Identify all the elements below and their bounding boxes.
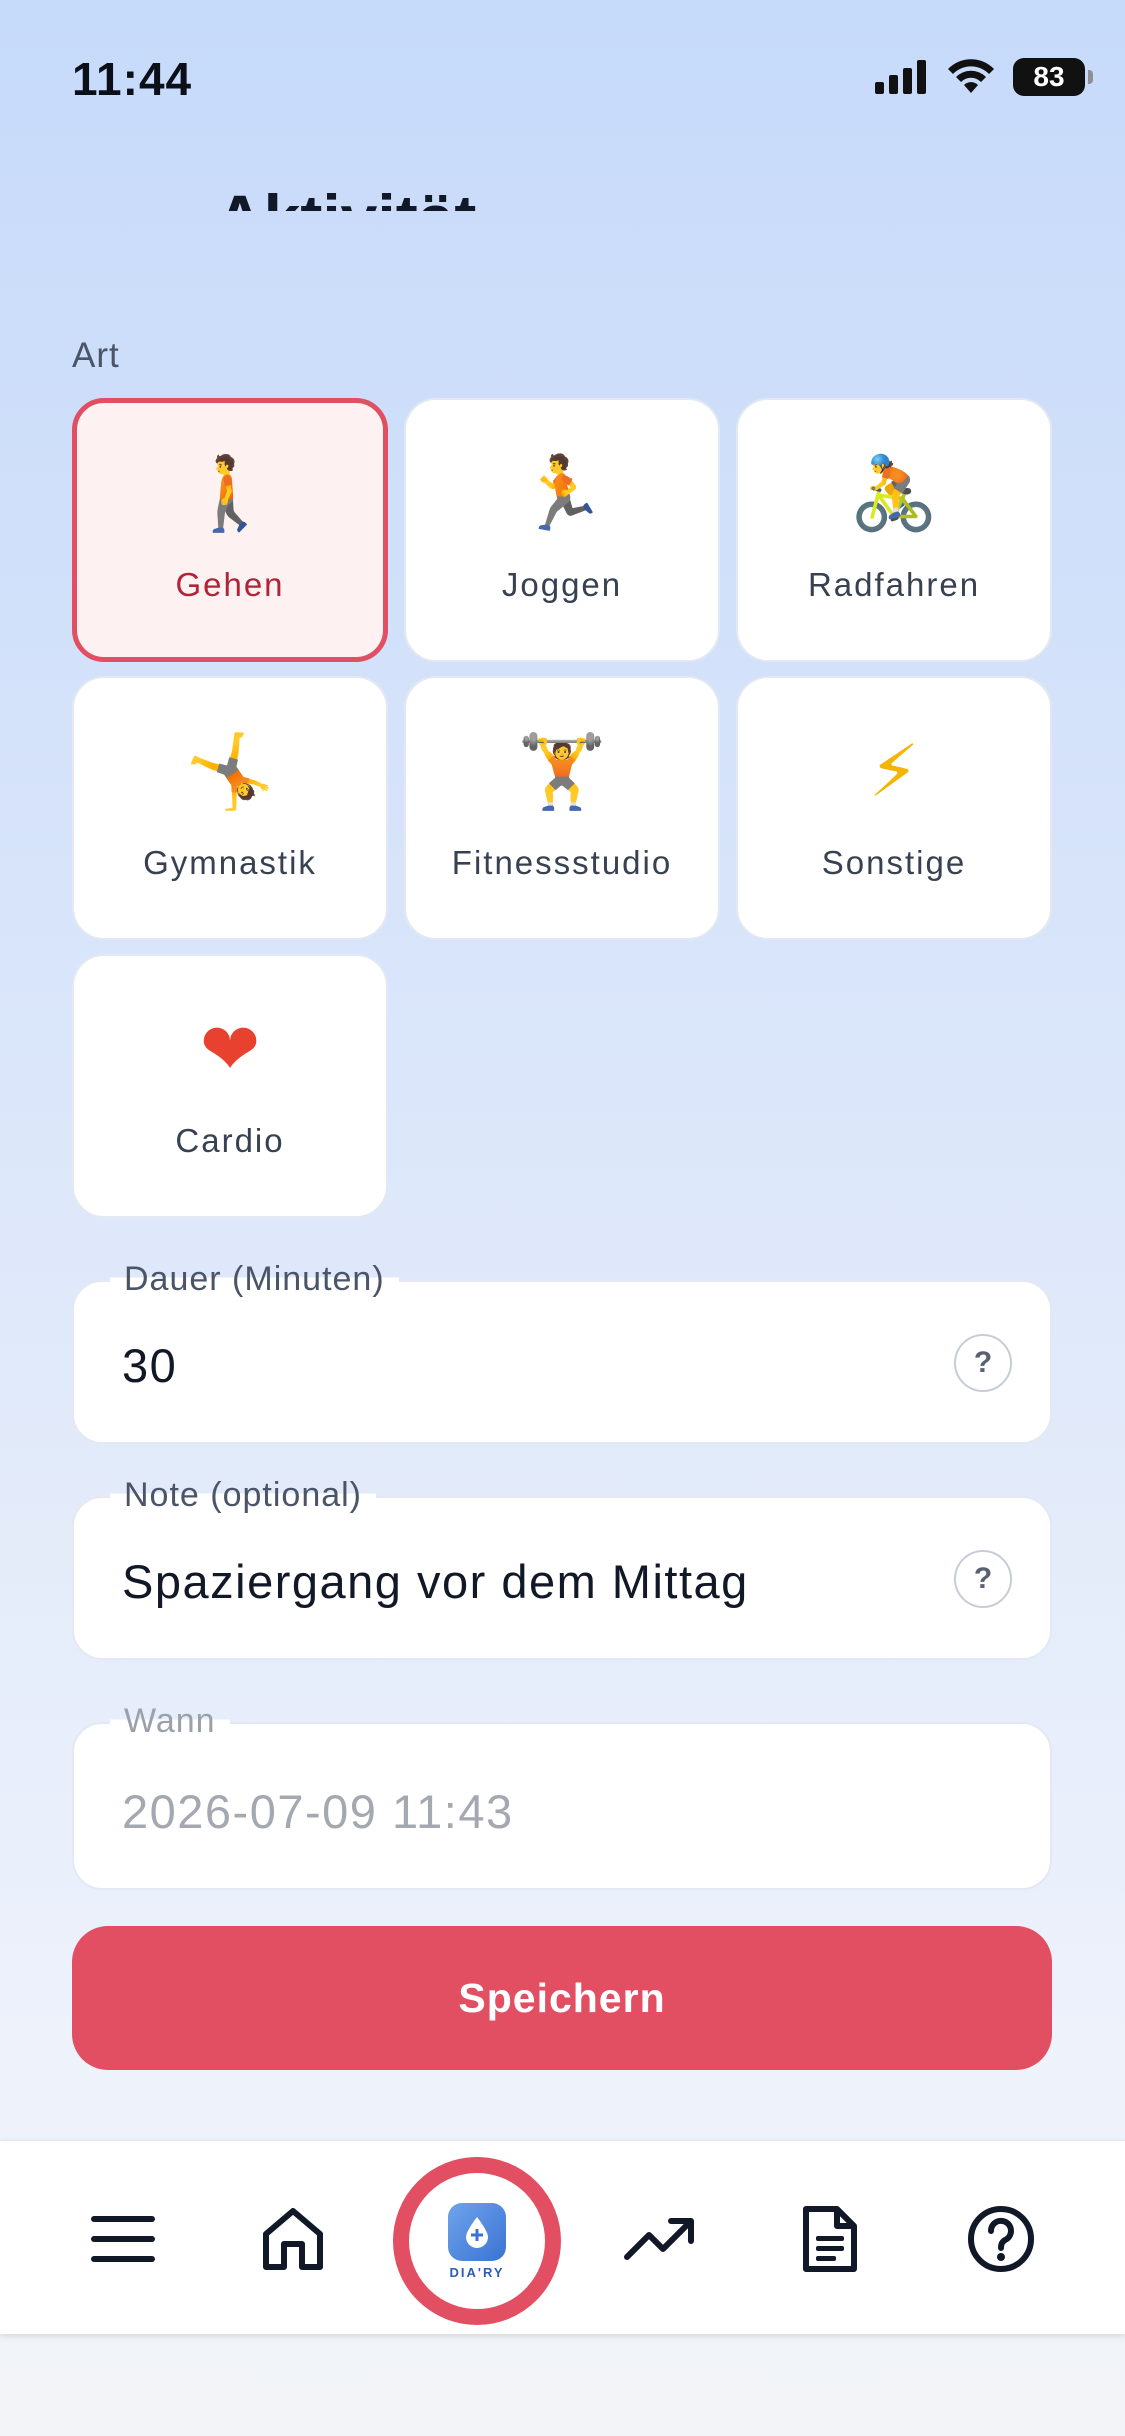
bottom-nav: DIA'RY	[0, 2140, 1125, 2334]
activity-tile-cardio[interactable]: ❤ Cardio	[72, 954, 388, 1218]
when-field: Wann 2026-07-09 11:43	[72, 1702, 1052, 1890]
page-header: ‹ Aktivität	[0, 150, 1125, 240]
nav-app-logo[interactable]: DIA'RY	[393, 2157, 561, 2325]
cycling-icon: 🚴	[849, 451, 939, 535]
battery-icon: 83	[1013, 58, 1093, 96]
menu-icon	[91, 2216, 155, 2262]
activity-tile-joggen[interactable]: 🏃 Joggen	[404, 398, 720, 662]
activity-tile-gehen[interactable]: 🚶 Gehen	[72, 398, 388, 662]
running-icon: 🏃	[517, 451, 607, 535]
weightlifting-icon: 🏋	[517, 729, 607, 813]
activity-tile-sonstige[interactable]: ⚡ Sonstige	[736, 676, 1052, 940]
document-icon	[803, 2206, 857, 2272]
activity-tile-label: Fitnessstudio	[451, 844, 673, 881]
back-arrow-icon[interactable]: ‹	[112, 186, 132, 210]
nav-menu[interactable]	[73, 2189, 173, 2289]
duration-label: Dauer (Minuten)	[110, 1260, 399, 1299]
duration-field[interactable]: Dauer (Minuten) 30 ?	[72, 1260, 1052, 1444]
save-button[interactable]: Speichern	[72, 1926, 1052, 2070]
duration-help-icon[interactable]: ?	[954, 1334, 1012, 1392]
nav-home[interactable]	[243, 2189, 343, 2289]
home-icon	[263, 2208, 323, 2270]
note-help-icon[interactable]: ?	[954, 1550, 1012, 1608]
activity-tile-label: Cardio	[175, 1122, 285, 1159]
nav-reports[interactable]	[780, 2189, 880, 2289]
signal-icon	[875, 60, 926, 94]
activity-tile-radfahren[interactable]: 🚴 Radfahren	[736, 398, 1052, 662]
activity-tile-label: Joggen	[501, 566, 623, 603]
activity-type-label: Art	[72, 336, 120, 375]
activity-tile-label: Radfahren	[807, 566, 981, 603]
status-bar: 11:44 83	[0, 0, 1125, 150]
note-input[interactable]: Spaziergang vor dem Mittag	[122, 1554, 749, 1609]
when-value: 2026-07-09 11:43	[122, 1785, 514, 1838]
heart-on-fire-icon: ❤	[199, 1007, 261, 1091]
page-title: Aktivität	[216, 181, 477, 240]
nav-help[interactable]	[951, 2189, 1051, 2289]
nav-trends[interactable]	[610, 2189, 710, 2289]
when-label: Wann	[110, 1702, 230, 1741]
app-logo: DIA'RY	[448, 2202, 506, 2280]
note-field[interactable]: Note (optional) Spaziergang vor dem Mitt…	[72, 1476, 1052, 1660]
lightning-icon: ⚡	[868, 729, 920, 813]
help-circle-icon	[968, 2206, 1034, 2272]
note-label: Note (optional)	[110, 1476, 377, 1515]
walking-icon: 🚶	[185, 451, 275, 535]
logo-drop-icon	[448, 2202, 506, 2261]
activity-tile-label: Gymnastik	[143, 844, 317, 881]
status-time: 11:44	[72, 53, 193, 105]
activity-tile-label: Sonstige	[821, 844, 967, 881]
activity-tile-fitnessstudio[interactable]: 🏋 Fitnessstudio	[404, 676, 720, 940]
status-icons: 83	[875, 58, 1093, 96]
cartwheel-icon: 🤸	[185, 729, 275, 813]
logo-text: DIA'RY	[449, 2264, 505, 2280]
trend-icon	[624, 2218, 694, 2260]
battery-level: 83	[1033, 61, 1065, 92]
duration-input[interactable]: 30	[122, 1338, 177, 1393]
activity-tile-label: Gehen	[175, 566, 285, 603]
wifi-icon	[948, 59, 994, 93]
activity-tile-gymnastik[interactable]: 🤸 Gymnastik	[72, 676, 388, 940]
